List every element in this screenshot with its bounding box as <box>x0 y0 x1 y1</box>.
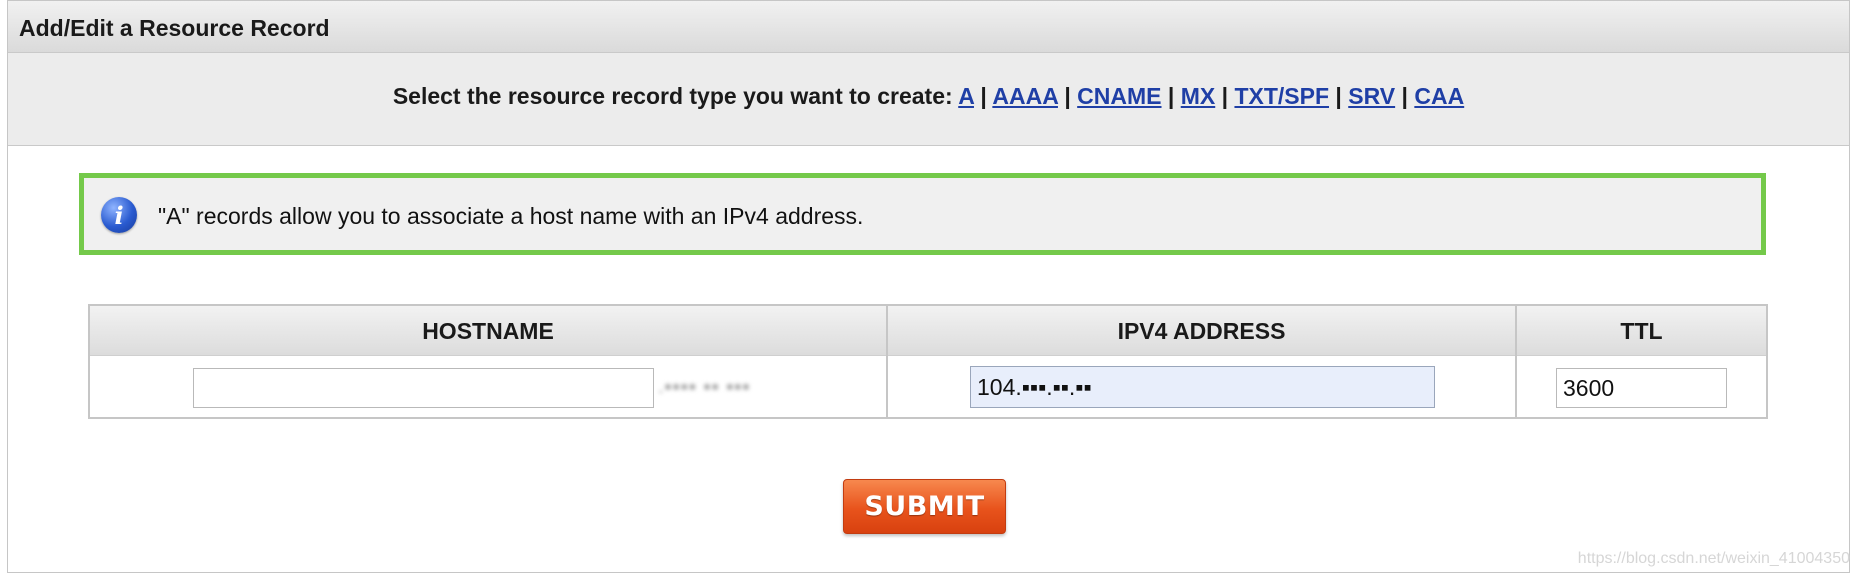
ipv4-address-input[interactable] <box>970 366 1435 408</box>
type-separator: | <box>1401 83 1408 109</box>
ttl-input[interactable] <box>1556 368 1727 408</box>
type-link-mx[interactable]: MX <box>1181 83 1216 109</box>
record-type-selector: Select the resource record type you want… <box>8 83 1849 110</box>
type-link-cname[interactable]: CNAME <box>1077 83 1161 109</box>
info-message: "A" records allow you to associate a hos… <box>158 203 864 229</box>
panel-title: Add/Edit a Resource Record <box>19 15 330 41</box>
type-separator: | <box>1221 83 1229 109</box>
type-separator: | <box>1167 83 1175 109</box>
type-separator: | <box>1064 83 1071 109</box>
type-link-srv[interactable]: SRV <box>1348 83 1395 109</box>
type-link-caa[interactable]: CAA <box>1414 83 1464 109</box>
record-table: HOSTNAME IPV4 ADDRESS TTL .▪▪▪▪ ▪▪ ▪▪▪ <box>88 304 1768 419</box>
panel-header: Add/Edit a Resource Record <box>8 0 1849 53</box>
submit-button[interactable]: SUBMIT <box>843 479 1006 534</box>
info-message-box: i "A" records allow you to associate a h… <box>79 173 1766 255</box>
hostname-domain-suffix: .▪▪▪▪ ▪▪ ▪▪▪ <box>658 376 751 398</box>
type-link-aaaa[interactable]: AAAA <box>992 83 1058 109</box>
type-separator: | <box>980 83 987 109</box>
type-link-a[interactable]: A <box>958 83 974 109</box>
column-header-ttl: TTL <box>1517 306 1766 356</box>
type-separator: | <box>1335 83 1342 109</box>
hostname-input[interactable] <box>193 368 654 408</box>
record-type-prompt: Select the resource record type you want… <box>392 83 953 109</box>
type-link-txt-spf[interactable]: TXT/SPF <box>1234 83 1329 109</box>
column-header-hostname: HOSTNAME <box>90 306 886 356</box>
record-type-bar: Select the resource record type you want… <box>8 53 1849 146</box>
info-icon: i <box>101 197 137 233</box>
column-header-ipv4: IPV4 ADDRESS <box>888 306 1515 356</box>
info-icon-glyph: i <box>114 201 124 230</box>
column-divider <box>1515 306 1517 417</box>
column-divider <box>886 306 888 417</box>
watermark: https://blog.csdn.net/weixin_41004350 <box>1577 550 1850 567</box>
